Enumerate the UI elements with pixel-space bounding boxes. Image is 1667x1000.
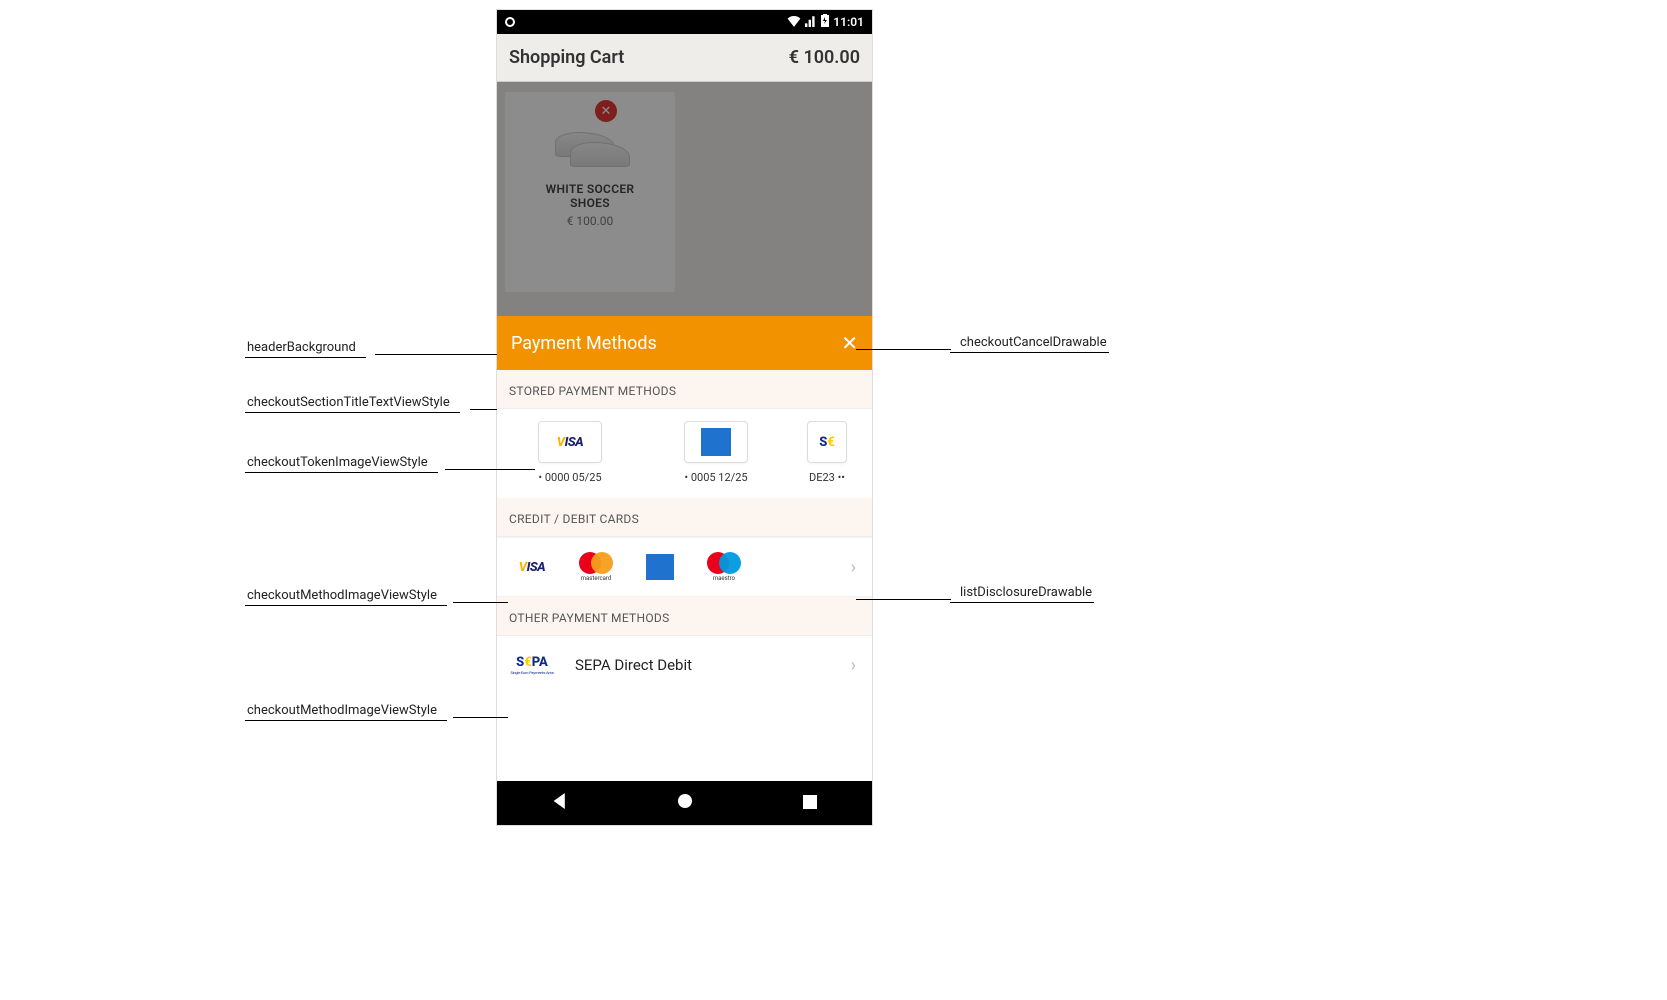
stored-token-visa[interactable]: VISA • 0000 05/25 <box>515 421 625 484</box>
cart-total: € 100.00 <box>789 47 860 68</box>
sepa-direct-debit-row[interactable]: S€PA Single Euro Payments Area SEPA Dire… <box>497 636 872 694</box>
stored-token-sub: • 0005 12/25 <box>661 471 771 484</box>
battery-icon <box>821 14 829 30</box>
close-icon: ✕ <box>841 331 858 355</box>
cart-title: Shopping Cart <box>509 47 624 68</box>
nav-home-button[interactable] <box>677 793 693 813</box>
annotation-method-image-style-1: checkoutMethodImageViewStyle <box>245 588 495 606</box>
cards-section-title: CREDIT / DEBIT CARDS <box>497 498 872 537</box>
annotation-method-image-style-2: checkoutMethodImageViewStyle <box>245 703 495 721</box>
visa-icon: VISA <box>509 552 555 582</box>
cart-body-dimmed: ✕ WHITE SOCCER SHOES € 100.00 <box>497 82 872 316</box>
cards-row[interactable]: VISA mastercard maestro › <box>497 537 872 597</box>
stored-token-amex[interactable]: • 0005 12/25 <box>661 421 771 484</box>
status-time: 11:01 <box>833 15 864 29</box>
other-method-label: SEPA Direct Debit <box>575 656 692 674</box>
status-left <box>505 17 515 27</box>
mastercard-icon: mastercard <box>573 552 619 582</box>
close-sheet-button[interactable]: ✕ <box>841 331 858 355</box>
annotation-section-title-style: checkoutSectionTitleTextViewStyle <box>245 395 495 413</box>
sheet-title: Payment Methods <box>511 333 657 354</box>
circle-icon <box>505 17 515 27</box>
other-section-title: OTHER PAYMENT METHODS <box>497 597 872 636</box>
annotation-header-background: headerBackground <box>245 340 495 358</box>
android-status-bar: 11:01 <box>497 10 872 34</box>
annotation-token-image-style: checkoutTokenImageViewStyle <box>245 455 495 473</box>
amex-icon <box>637 552 683 582</box>
wifi-icon <box>787 15 801 30</box>
stored-token-sub: DE23 •• <box>807 471 847 484</box>
stored-token-sub: • 0000 05/25 <box>515 471 625 484</box>
sepa-icon: S€PA Single Euro Payments Area <box>509 650 555 680</box>
chevron-right-icon: › <box>851 655 860 676</box>
amex-icon <box>701 428 731 456</box>
annotation-list-disclosure: listDisclosureDrawable <box>860 585 1094 603</box>
sepa-icon: S€ <box>819 435 835 450</box>
cart-header: Shopping Cart € 100.00 <box>497 34 872 82</box>
status-right: 11:01 <box>787 14 864 30</box>
phone-frame: 11:01 Shopping Cart € 100.00 ✕ WHITE SOC… <box>497 10 872 825</box>
annotation-cancel-drawable: checkoutCancelDrawable <box>860 335 1109 353</box>
dim-overlay <box>497 82 872 316</box>
android-nav-bar <box>497 781 872 825</box>
stored-methods-row[interactable]: VISA • 0000 05/25 • 0005 12/25 S€ DE23 •… <box>497 409 872 498</box>
payment-sheet-header: Payment Methods ✕ <box>497 316 872 370</box>
stored-section-title: STORED PAYMENT METHODS <box>497 370 872 409</box>
visa-icon: VISA <box>557 435 583 450</box>
chevron-right-icon: › <box>851 557 860 578</box>
nav-recent-button[interactable] <box>803 794 817 813</box>
signal-icon <box>805 15 817 30</box>
maestro-icon: maestro <box>701 552 747 582</box>
stored-token-sepa[interactable]: S€ DE23 •• <box>807 421 847 484</box>
nav-back-button[interactable] <box>552 793 568 813</box>
